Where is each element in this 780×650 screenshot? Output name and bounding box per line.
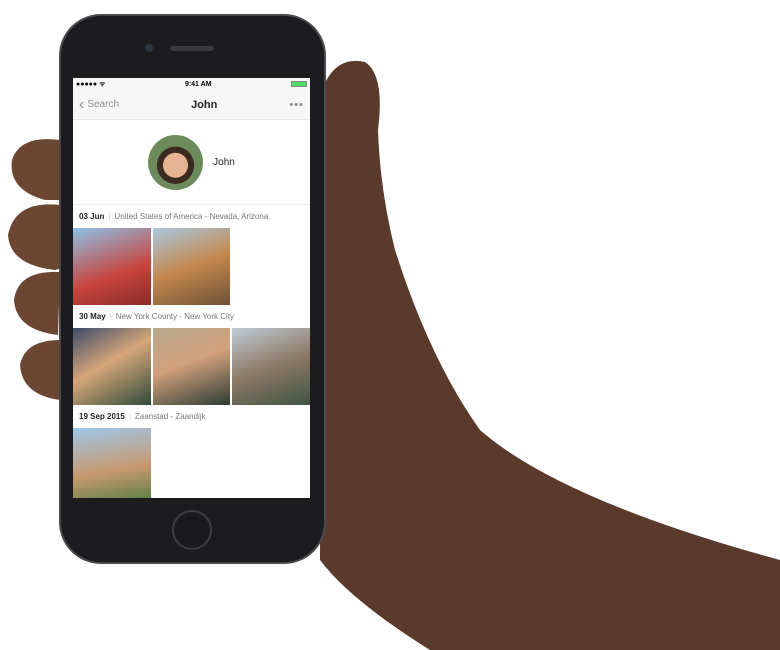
divider: | [109,312,112,321]
signal-icon: ●●●●● ᯤ [76,80,106,88]
divider: | [108,212,111,221]
photo-thumbnail[interactable] [232,328,310,405]
earpiece-speaker [170,46,214,51]
section-header: 03 Jun | United States of America - Nevada… [73,205,310,228]
page-title: John [191,98,218,111]
section-date: 19 Sep 2015 [79,412,125,421]
nav-bar: ‹ Search John ••• [73,90,310,120]
photo-thumbnail[interactable] [152,328,231,405]
back-button[interactable]: ‹ Search [79,95,120,113]
photo-row [73,228,310,305]
photo-thumbnail[interactable] [73,228,151,305]
chevron-left-icon: ‹ [79,95,85,113]
status-bar: ●●●●● ᯤ 9:41 AM [73,78,310,90]
photo-thumbnail[interactable] [73,328,151,405]
back-label: Search [87,99,120,110]
photo-thumbnail[interactable] [73,428,151,498]
status-time: 9:41 AM [184,80,212,88]
section-date: 03 Jun [79,212,105,221]
battery-icon [290,80,307,88]
phone-screen: ●●●●● ᯤ 9:41 AM ‹ Search John ••• John 03… [73,78,310,498]
more-icon[interactable]: ••• [289,99,304,111]
section-place: Zaanstad - Zaandijk [134,412,206,421]
divider: | [128,412,131,421]
profile-name: John [213,156,235,168]
front-camera [145,44,153,52]
section-date: 30 May [79,312,106,321]
section-header: 19 Sep 2015 | Zaanstad - Zaandijk [73,405,310,428]
section-place: New York County - New York City [115,312,235,321]
home-button[interactable] [172,510,212,550]
photo-row [73,328,310,405]
avatar[interactable] [148,134,204,190]
profile-header: John [73,120,310,205]
photo-thumbnail[interactable] [152,228,231,305]
section-header: 30 May | New York County - New York City [73,305,310,328]
section-place: United States of America - Nevada, Arizo… [114,212,269,221]
photo-row [73,428,310,498]
